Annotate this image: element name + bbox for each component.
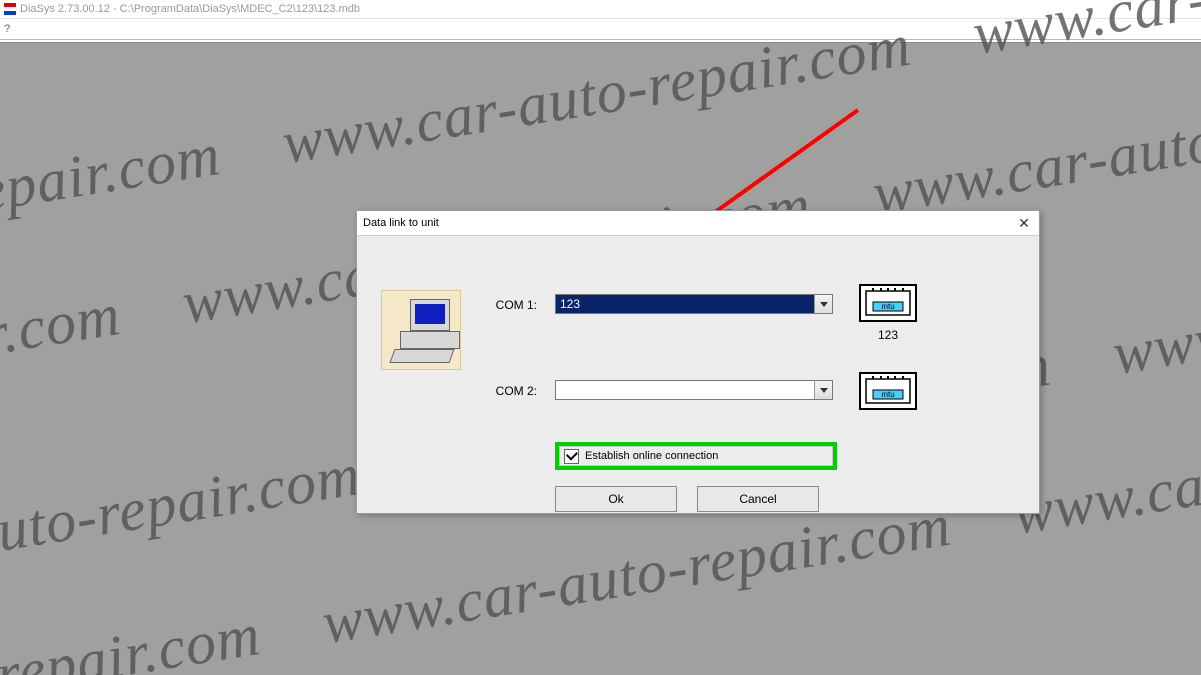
dialog-body: COM 1: 123 mtu 123 COM 2: <box>357 236 1039 514</box>
computer-icon <box>381 290 461 370</box>
establish-label: Establish online connection <box>585 450 718 462</box>
menubar: ? <box>0 18 1201 40</box>
com2-label: COM 2: <box>467 384 537 398</box>
com1-label: COM 1: <box>467 298 537 312</box>
com1-dropdown-button[interactable] <box>814 295 832 313</box>
dialog-buttons: Ok Cancel <box>555 486 819 512</box>
port1-caption: 123 <box>859 328 917 342</box>
toolbar-separator <box>0 40 1201 43</box>
com1-dropdown[interactable]: 123 <box>555 294 833 314</box>
ok-button[interactable]: Ok <box>555 486 677 512</box>
app-titlebar: DiaSys 2.73.00.12 - C:\ProgramData\DiaSy… <box>0 0 1201 18</box>
dialog-title: Data link to unit <box>363 217 439 229</box>
data-link-dialog: Data link to unit ✕ COM 1: 123 mtu <box>356 210 1040 514</box>
com1-value: 123 <box>556 295 814 313</box>
menu-help[interactable]: ? <box>4 23 10 35</box>
establish-highlight: Establish online connection <box>555 442 837 470</box>
port2-icon[interactable]: mtu <box>859 372 917 410</box>
dialog-titlebar[interactable]: Data link to unit ✕ <box>357 211 1039 236</box>
svg-text:mtu: mtu <box>881 390 894 399</box>
app-icon <box>4 3 16 15</box>
svg-text:mtu: mtu <box>881 302 894 311</box>
port1-icon[interactable]: mtu <box>859 284 917 322</box>
establish-row[interactable]: Establish online connection <box>559 446 833 466</box>
cancel-button[interactable]: Cancel <box>697 486 819 512</box>
com2-dropdown-button[interactable] <box>814 381 832 399</box>
com2-dropdown[interactable] <box>555 380 833 400</box>
close-icon[interactable]: ✕ <box>1015 214 1033 232</box>
establish-checkbox[interactable] <box>564 449 579 464</box>
com2-value <box>556 381 814 399</box>
app-title: DiaSys 2.73.00.12 - C:\ProgramData\DiaSy… <box>20 3 360 15</box>
